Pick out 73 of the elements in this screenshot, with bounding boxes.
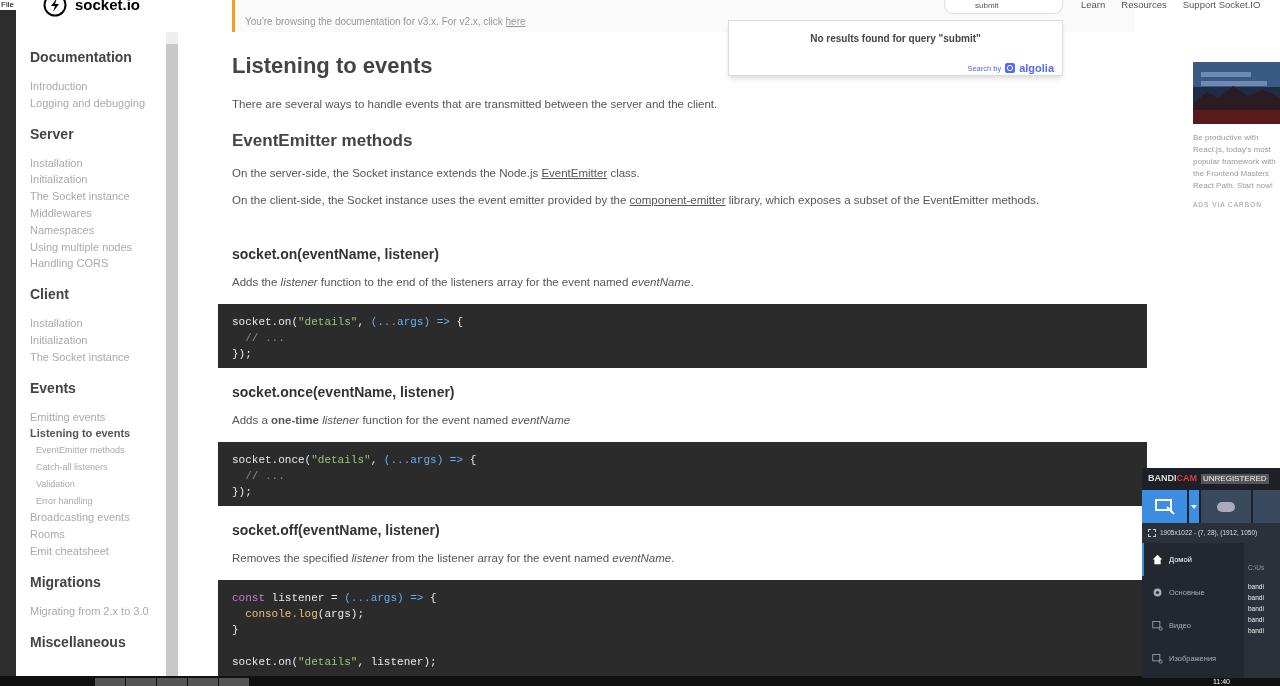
method-heading: socket.off(eventName, listener) xyxy=(232,521,440,540)
search-field[interactable]: submit xyxy=(944,0,1063,14)
sidebar-link[interactable]: Broadcasting events xyxy=(30,509,130,527)
sidebar-link[interactable]: Introduction xyxy=(30,78,88,95)
scrollbar[interactable] xyxy=(166,32,178,676)
sidebar-link[interactable]: Namespaces xyxy=(30,221,95,239)
code-block: socket.on("details", (...args) => { // ... }); xyxy=(218,304,1147,368)
sidebar-link[interactable]: Using multiple nodes xyxy=(30,238,133,256)
no-results-message: No results found for query "submit" xyxy=(810,32,981,46)
sidebar-link[interactable]: Catch-all listeners xyxy=(36,458,108,476)
taskbar-icon[interactable] xyxy=(95,678,125,686)
sidebar-link[interactable]: Initialization xyxy=(30,171,88,189)
sidebar-heading: Server xyxy=(30,124,74,143)
nav-link[interactable]: Learn xyxy=(1081,0,1106,10)
region-checkbox[interactable] xyxy=(1148,529,1156,537)
sidebar-heading: Documentation xyxy=(30,48,132,66)
settings-icon xyxy=(1152,587,1163,598)
doc-link[interactable]: EventEmitter xyxy=(541,167,608,179)
paragraph: Removes the specified listener from the listener array for the event named eventName. xyxy=(232,551,676,566)
caret-icon xyxy=(1191,504,1197,509)
paragraph: On the client-side, the Socket instance uses the event emitter provided by the component-emitter library, which exposes a subset of the EventEmitter methods. xyxy=(232,193,1041,208)
sidebar-link[interactable]: Error handling xyxy=(36,492,93,510)
nav-link[interactable]: Support Socket.IO xyxy=(1182,0,1261,10)
sidebar-link[interactable]: The Socket instance xyxy=(30,348,130,366)
ad-description: Be productive with React.js, today's most popular framework with the Frontend Masters React Path. Start now! xyxy=(1193,132,1277,192)
doc-link[interactable]: component-emitter xyxy=(629,194,726,206)
image-icon xyxy=(1152,653,1163,664)
dropdown-button[interactable] xyxy=(1189,490,1199,523)
version-notice: You're browsing the documentation for v3.x. For v2.x, click here xyxy=(244,15,526,29)
logo-icon xyxy=(43,0,67,17)
section-heading: EventEmitter methods xyxy=(232,131,413,151)
device-mode-button[interactable] xyxy=(1253,490,1280,523)
paragraph: There are several ways to handle events that are transmitted between the server and the client. xyxy=(232,97,719,112)
sidebar-link[interactable]: Listening to events xyxy=(30,425,131,443)
sidebar-link[interactable]: Handling CORS xyxy=(30,255,109,273)
provider-name: algolia xyxy=(1019,61,1054,76)
sidebar-heading: Miscellaneous xyxy=(30,632,126,651)
method-heading: socket.once(eventName, listener) xyxy=(232,383,455,402)
sidebar-link[interactable]: Installation xyxy=(30,154,83,172)
taskbar-icon[interactable] xyxy=(126,678,156,686)
sidebar-link[interactable]: Emitting events xyxy=(30,408,106,426)
sidebar-link[interactable]: Migrating from 2.x to 3.0 xyxy=(30,602,149,620)
sidebar-link[interactable]: Emit cheatsheet xyxy=(30,542,109,560)
rectangle-cursor-icon xyxy=(1154,498,1175,515)
paragraph: Adds the listener function to the end of the listeners array for the event named eventName. xyxy=(232,275,695,290)
home-icon xyxy=(1152,554,1163,565)
app-logo: BANDICAM xyxy=(1148,472,1197,486)
taskbar-icon[interactable] xyxy=(157,678,187,686)
sidebar-heading: Client xyxy=(30,285,69,304)
taskbar-icon[interactable] xyxy=(219,678,249,686)
page-title: Listening to events xyxy=(232,52,433,80)
menu-label[interactable]: File xyxy=(0,0,16,10)
sidebar-link[interactable]: Validation xyxy=(36,475,75,493)
screen-mode-button[interactable] xyxy=(1142,490,1187,523)
sidebar-link[interactable]: Initialization xyxy=(30,331,88,349)
sidebar-link[interactable]: Rooms xyxy=(30,526,65,543)
code-block: socket.once("details", (...args) => { // ... }); xyxy=(218,442,1147,506)
sidebar-link[interactable]: EventEmitter methods xyxy=(36,442,125,459)
sidebar-link[interactable]: Installation xyxy=(30,315,83,332)
taskbar-icon[interactable] xyxy=(188,678,218,686)
sidebar-link[interactable]: Logging and debugging xyxy=(30,94,145,112)
license-badge: UNREGISTERED xyxy=(1201,474,1269,484)
paragraph: Adds a one-time listener function for the event named eventName xyxy=(232,413,572,428)
notice-link[interactable]: here xyxy=(505,16,526,27)
video-icon xyxy=(1152,620,1163,631)
game-mode-button[interactable] xyxy=(1201,490,1251,523)
method-heading: socket.on(eventName, listener) xyxy=(232,245,439,264)
paragraph: On the server-side, the Socket instance extends the Node.js EventEmitter class. xyxy=(232,166,641,181)
sidebar-heading: Migrations xyxy=(30,572,101,591)
nav-link[interactable]: Resources xyxy=(1121,0,1167,10)
sidebar-link[interactable]: The Socket instance xyxy=(30,188,130,205)
sidebar-heading: Events xyxy=(30,378,76,397)
sidebar-link[interactable]: Middlewares xyxy=(30,205,92,222)
